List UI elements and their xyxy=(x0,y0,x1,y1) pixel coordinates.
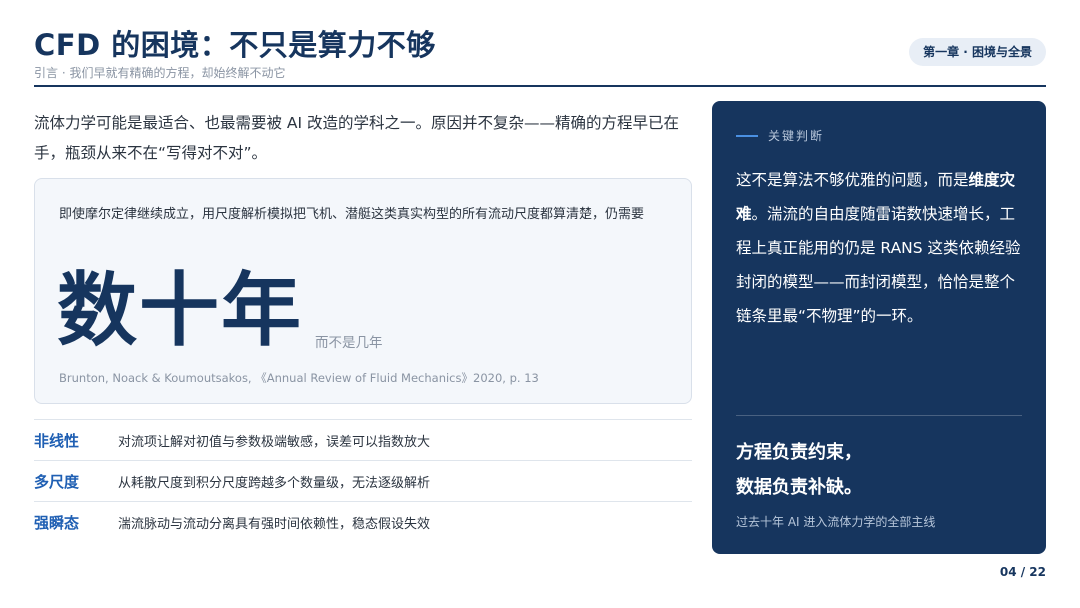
quote-card: 即使摩尔定律继续成立，用尺度解析模拟把飞机、潜艇这类真实构型的所有流动尺度都算清… xyxy=(34,178,692,404)
trait-description: 湍流脉动与流动分离具有强时间依赖性，稳态假设失效 xyxy=(118,516,431,532)
panel-motto: 方程负责约束， 数据负责补缺。 xyxy=(736,435,862,505)
page-number: 04 / 22 xyxy=(999,565,1046,579)
highlight-number: 数十年 xyxy=(57,264,303,357)
list-item: 非线性 对流项让解对初值与参数极端敏感，误差可以指数放大 xyxy=(34,419,692,460)
page-subtitle: 引言 · 我们早就有精确的方程，却始终解不动它 xyxy=(34,66,286,80)
citation: Brunton, Noack & Koumoutsakos, 《Annual R… xyxy=(59,371,539,385)
list-item: 强瞬态 湍流脉动与流动分离具有强时间依赖性，稳态假设失效 xyxy=(34,501,692,542)
trait-name: 非线性 xyxy=(34,431,80,450)
trait-description: 从耗散尺度到积分尺度跨越多个数量级，无法逐级解析 xyxy=(118,475,431,491)
quote-text: 即使摩尔定律继续成立，用尺度解析模拟把飞机、潜艇这类真实构型的所有流动尺度都算清… xyxy=(59,207,645,222)
motto-line: 方程负责约束， xyxy=(736,442,862,463)
motto-line: 数据负责补缺。 xyxy=(736,477,862,498)
highlight-suffix: 而不是几年 xyxy=(315,335,383,351)
trait-description: 对流项让解对初值与参数极端敏感，误差可以指数放大 xyxy=(118,434,431,450)
panel-kicker: 关键判断 xyxy=(736,127,824,144)
panel-footnote: 过去十年 AI 进入流体力学的全部主线 xyxy=(736,515,936,529)
key-judgment-panel: 关键判断 这不是算法不够优雅的问题，而是维度灾难。湍流的自由度随雷诺数快速增长，… xyxy=(712,101,1046,554)
trait-name: 强瞬态 xyxy=(34,513,80,532)
panel-body-lead: 这不是算法不够优雅的问题，而是 xyxy=(736,171,969,189)
trait-name: 多尺度 xyxy=(34,472,80,491)
panel-body-rest: 。湍流的自由度随雷诺数快速增长，工程上真正能用的仍是 RANS 这类依赖经验封闭… xyxy=(736,205,1021,325)
list-item: 多尺度 从耗散尺度到积分尺度跨越多个数量级，无法逐级解析 xyxy=(34,460,692,501)
chapter-badge: 第一章 · 困境与全景 xyxy=(909,38,1046,66)
panel-kicker-label: 关键判断 xyxy=(768,129,825,143)
panel-body: 这不是算法不够优雅的问题，而是维度灾难。湍流的自由度随雷诺数快速增长，工程上真正… xyxy=(736,163,1026,333)
panel-divider xyxy=(736,415,1022,416)
trait-list: 非线性 对流项让解对初值与参数极端敏感，误差可以指数放大 多尺度 从耗散尺度到积… xyxy=(34,419,692,542)
intro-paragraph: 流体力学可能是最适合、也最需要被 AI 改造的学科之一。原因并不复杂——精确的方… xyxy=(34,114,680,162)
header-divider xyxy=(34,85,1046,87)
page-title: CFD 的困境：不只是算力不够 xyxy=(34,28,436,62)
kicker-line-icon xyxy=(736,134,758,137)
